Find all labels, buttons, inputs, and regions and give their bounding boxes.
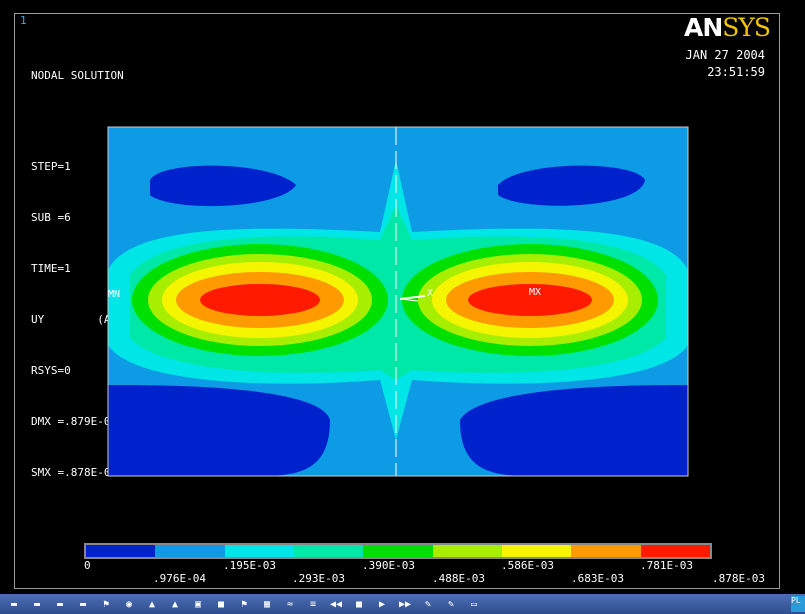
color-legend <box>84 543 712 559</box>
taskbar: ▬ ▬ ▬ ▬ ⚑ ◉ ▲ ▲ ▣ ■ ⚑ ▦ ≈ ≡ ◀◀ ■ ▶ ▶▶ ✎ ✎ ▭ PL <box>0 594 805 614</box>
legend-swatch <box>224 545 294 557</box>
drive-icon[interactable]: ▬ <box>28 597 46 611</box>
play-icon[interactable]: ▶ <box>373 597 391 611</box>
taskbar-end-button[interactable]: PL <box>791 596 805 612</box>
fastforward-icon[interactable]: ▶▶ <box>396 597 414 611</box>
image-icon[interactable]: ▦ <box>258 597 276 611</box>
legend-tick-bottom: .683E-03 <box>571 572 624 585</box>
legend-swatch <box>155 545 225 557</box>
band-8-left <box>200 284 320 316</box>
legend-tick-bottom: .878E-03 <box>712 572 765 585</box>
flag-icon[interactable]: ⚑ <box>235 597 253 611</box>
legend-swatch <box>571 545 641 557</box>
legend-tick-top: .781E-03 <box>640 559 693 572</box>
tool-icon[interactable]: ✎ <box>442 597 460 611</box>
legend-tick-top: .390E-03 <box>362 559 415 572</box>
legend-tick-top: .195E-03 <box>223 559 276 572</box>
flag-icon[interactable]: ⚑ <box>97 597 115 611</box>
stop-icon[interactable]: ■ <box>350 597 368 611</box>
legend-tick-bottom: .488E-03 <box>432 572 485 585</box>
save-icon[interactable]: ▣ <box>189 597 207 611</box>
doc-icon[interactable]: ≡ <box>304 597 322 611</box>
legend-swatch <box>86 545 156 557</box>
folder-icon[interactable]: ▭ <box>465 597 483 611</box>
app-icon[interactable]: ▲ <box>143 597 161 611</box>
legend-tick-top: 0 <box>84 559 91 572</box>
legend-tick-bottom: .293E-03 <box>292 572 345 585</box>
min-label: MN <box>108 289 120 300</box>
waves-icon[interactable]: ≈ <box>281 597 299 611</box>
legend-swatch <box>501 545 572 557</box>
app-icon[interactable]: ▲ <box>166 597 184 611</box>
legend-swatch <box>293 545 364 557</box>
legend-tick-top: .586E-03 <box>501 559 554 572</box>
drive-icon[interactable]: ▬ <box>5 597 23 611</box>
palette-icon[interactable]: ■ <box>212 597 230 611</box>
legend-tick-bottom: .976E-04 <box>153 572 206 585</box>
drive-icon[interactable]: ▬ <box>74 597 92 611</box>
drive-icon[interactable]: ▬ <box>51 597 69 611</box>
contour-plot: X MN MX <box>107 126 689 477</box>
tool-icon[interactable]: ✎ <box>419 597 437 611</box>
cd-icon[interactable]: ◉ <box>120 597 138 611</box>
legend-swatch <box>363 545 433 557</box>
legend-swatch <box>640 545 710 557</box>
max-label: MX <box>529 287 541 298</box>
rewind-icon[interactable]: ◀◀ <box>327 597 345 611</box>
axis-x-label: X <box>427 288 433 299</box>
legend-swatch <box>432 545 502 557</box>
